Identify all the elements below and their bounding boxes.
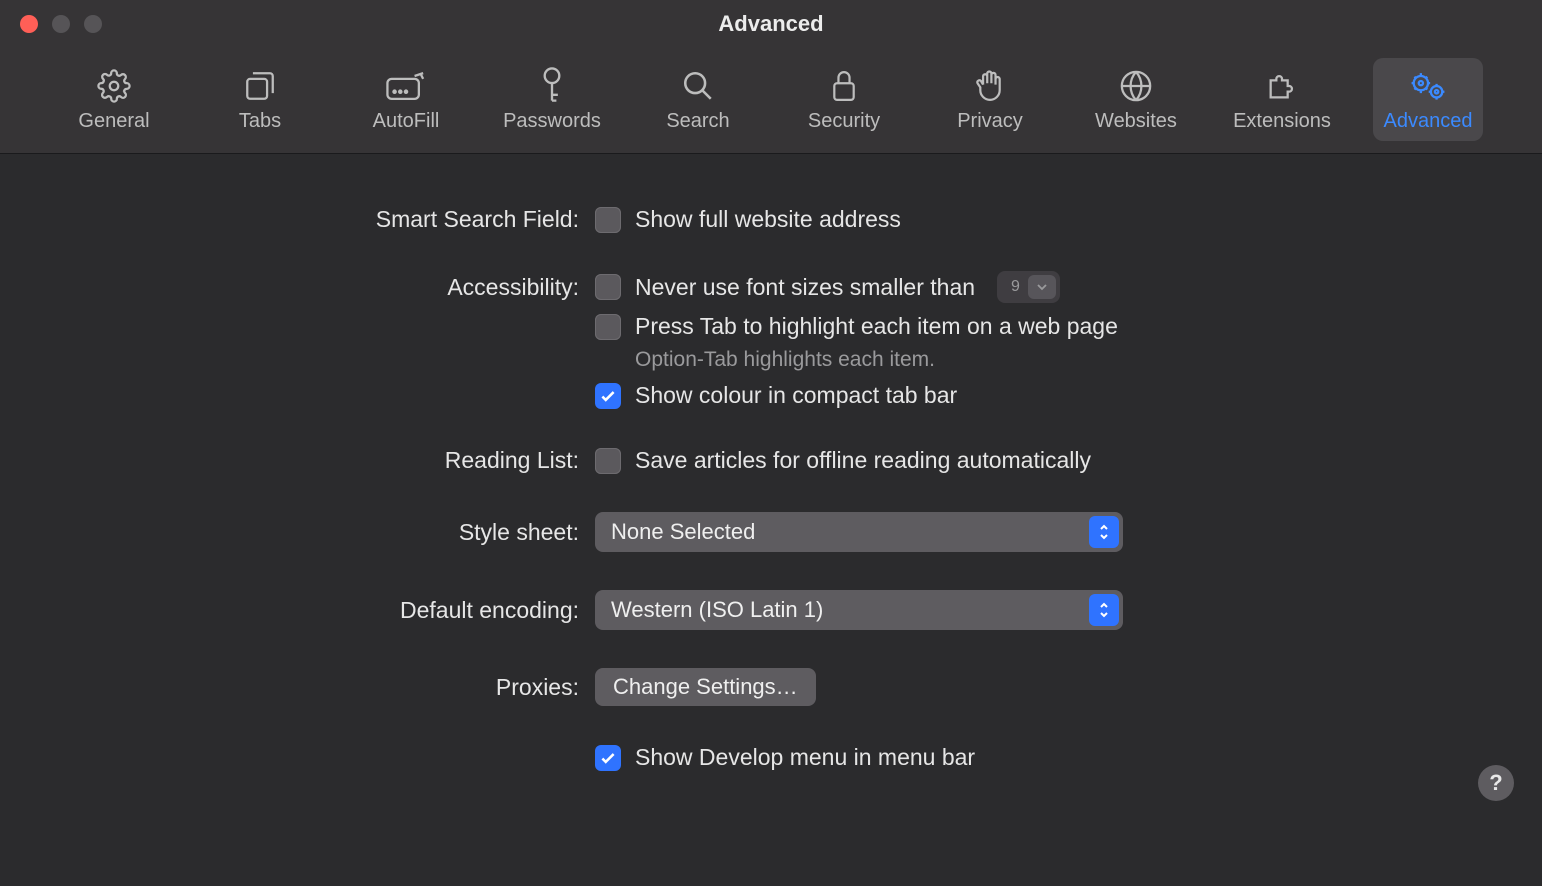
save-offline-label: Save articles for offline reading automa…	[635, 447, 1091, 474]
traffic-lights	[20, 15, 102, 33]
tab-general[interactable]: General	[59, 58, 169, 141]
gear-icon	[97, 66, 131, 106]
show-develop-checkbox[interactable]	[595, 745, 621, 771]
tab-websites[interactable]: Websites	[1081, 58, 1191, 141]
style-sheet-select[interactable]: None Selected	[595, 512, 1123, 552]
help-button[interactable]: ?	[1478, 765, 1514, 801]
advanced-gears-icon	[1408, 66, 1448, 106]
select-stepper-icon	[1089, 594, 1119, 626]
tab-label: Search	[666, 110, 729, 133]
tab-highlight-hint: Option-Tab highlights each item.	[635, 348, 935, 372]
style-sheet-label: Style sheet:	[60, 519, 595, 546]
content-area: Smart Search Field: Show full website ad…	[0, 154, 1542, 821]
tabs-icon	[243, 66, 277, 106]
default-encoding-value: Western (ISO Latin 1)	[611, 597, 823, 623]
lock-icon	[829, 66, 859, 106]
save-offline-checkbox[interactable]	[595, 448, 621, 474]
tab-label: Tabs	[239, 110, 281, 133]
proxies-label: Proxies:	[60, 674, 595, 701]
tab-label: Passwords	[503, 110, 601, 133]
min-font-checkbox[interactable]	[595, 274, 621, 300]
min-font-size-select[interactable]: 9	[997, 271, 1060, 303]
tab-label: Extensions	[1233, 110, 1331, 133]
close-window-button[interactable]	[20, 15, 38, 33]
change-settings-label: Change Settings…	[613, 674, 798, 700]
titlebar: Advanced	[0, 0, 1542, 48]
tab-highlight-label: Press Tab to highlight each item on a we…	[635, 313, 1118, 340]
search-icon	[681, 66, 715, 106]
tab-highlight-checkbox[interactable]	[595, 314, 621, 340]
select-stepper-icon	[1089, 516, 1119, 548]
tab-label: General	[78, 110, 149, 133]
tab-privacy[interactable]: Privacy	[935, 58, 1045, 141]
tab-label: Websites	[1095, 110, 1177, 133]
default-encoding-label: Default encoding:	[60, 597, 595, 624]
chevron-down-icon	[1028, 275, 1056, 299]
tab-autofill[interactable]: AutoFill	[351, 58, 461, 141]
min-font-label: Never use font sizes smaller than	[635, 274, 975, 301]
tab-label: Advanced	[1384, 110, 1473, 133]
minimize-window-button	[52, 15, 70, 33]
default-encoding-select[interactable]: Western (ISO Latin 1)	[595, 590, 1123, 630]
hand-icon	[974, 66, 1006, 106]
compact-tab-colour-checkbox[interactable]	[595, 383, 621, 409]
compact-tab-colour-label: Show colour in compact tab bar	[635, 382, 957, 409]
puzzle-icon	[1265, 66, 1299, 106]
autofill-icon	[386, 66, 426, 106]
key-icon	[539, 66, 565, 106]
show-full-address-label: Show full website address	[635, 206, 901, 233]
tab-advanced[interactable]: Advanced	[1373, 58, 1483, 141]
help-label: ?	[1489, 770, 1502, 796]
tab-tabs[interactable]: Tabs	[205, 58, 315, 141]
show-develop-label: Show Develop menu in menu bar	[635, 744, 975, 771]
tab-passwords[interactable]: Passwords	[497, 58, 607, 141]
smart-search-label: Smart Search Field:	[60, 206, 595, 233]
min-font-value: 9	[1011, 278, 1020, 296]
globe-icon	[1119, 66, 1153, 106]
style-sheet-value: None Selected	[611, 519, 755, 545]
tab-security[interactable]: Security	[789, 58, 899, 141]
tab-label: Privacy	[957, 110, 1023, 133]
tab-label: AutoFill	[373, 110, 440, 133]
accessibility-label: Accessibility:	[60, 274, 595, 301]
tab-label: Security	[808, 110, 880, 133]
preferences-toolbar: General Tabs AutoFill Passwords Search S…	[0, 48, 1542, 154]
tab-search[interactable]: Search	[643, 58, 753, 141]
window-title: Advanced	[718, 11, 823, 37]
show-full-address-checkbox[interactable]	[595, 207, 621, 233]
tab-extensions[interactable]: Extensions	[1227, 58, 1337, 141]
reading-list-label: Reading List:	[60, 447, 595, 474]
zoom-window-button	[84, 15, 102, 33]
change-settings-button[interactable]: Change Settings…	[595, 668, 816, 706]
